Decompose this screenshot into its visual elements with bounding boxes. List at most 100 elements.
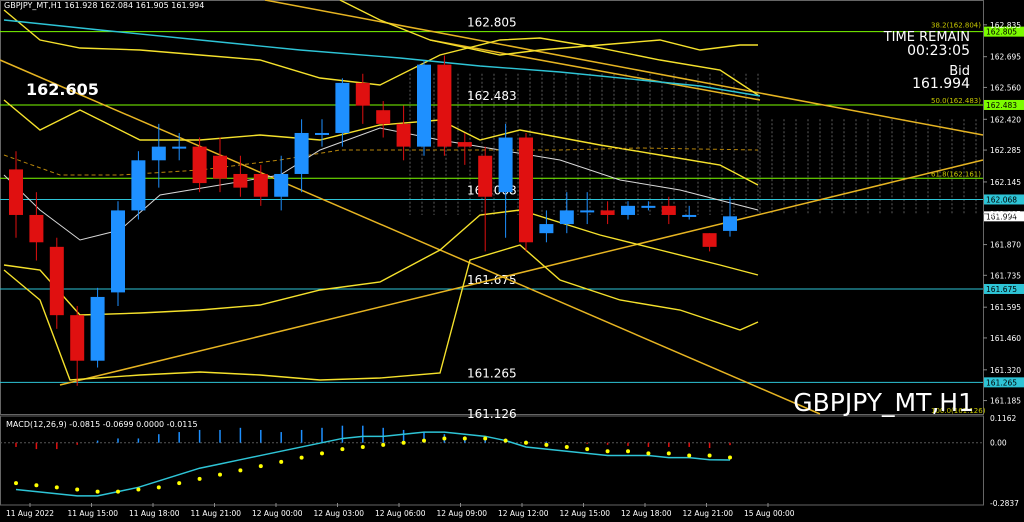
- fib-label-1: 50.0(162.483): [931, 97, 981, 105]
- macd-signal-dot: [75, 487, 80, 492]
- y-tick-label: 162.420: [990, 115, 1021, 124]
- y-tick-label: 162.285: [990, 146, 1021, 155]
- macd-signal-dot: [483, 436, 488, 441]
- level-label-5: 161.265: [467, 366, 517, 380]
- y-tick-label: 161.595: [990, 303, 1021, 312]
- y-tick-label: 161.735: [990, 271, 1021, 280]
- macd-y-tick-label: -0.2837: [990, 499, 1019, 508]
- candle-body: [539, 224, 554, 234]
- x-tick-label: 11 Aug 2022: [6, 509, 54, 518]
- macd-signal-dot: [14, 481, 18, 486]
- macd-signal-dot: [381, 442, 386, 447]
- macd-signal-dot: [299, 455, 304, 460]
- candle-body: [396, 123, 411, 147]
- x-tick-label: 12 Aug 18:00: [621, 509, 672, 518]
- candle-body: [233, 173, 248, 188]
- y-tick-label: 162.835: [990, 21, 1021, 30]
- macd-signal-dot: [54, 485, 59, 490]
- macd-signal-dot: [687, 453, 692, 458]
- y-tick-label: 161.460: [990, 334, 1021, 343]
- candle-body: [641, 205, 656, 208]
- macd-signal-dot: [442, 436, 447, 441]
- macd-signal-dot: [585, 447, 590, 452]
- x-tick-label: 12 Aug 03:00: [314, 509, 365, 518]
- candle-body: [335, 82, 350, 133]
- highlight-price: 162.605: [26, 80, 99, 99]
- macd-signal-dot: [401, 440, 406, 445]
- candle-body: [131, 160, 146, 211]
- candle-body: [192, 146, 207, 184]
- candle-body: [253, 173, 268, 197]
- candle-body: [498, 137, 513, 193]
- macd-signal-dot: [320, 451, 324, 456]
- macd-signal-dot: [544, 442, 549, 447]
- macd-signal-dot: [218, 472, 222, 477]
- macd-signal-dot: [626, 449, 630, 454]
- x-tick-label: 12 Aug 15:00: [560, 509, 611, 518]
- bid-value: 161.994: [912, 76, 970, 92]
- y-tick-label: 162.560: [990, 83, 1021, 92]
- macd-signal-dot: [34, 483, 39, 488]
- macd-signal-dot: [503, 438, 508, 443]
- bottom-level-label: 161.126: [467, 407, 517, 421]
- candle-body: [580, 210, 595, 213]
- y-tick-label: 161.870: [990, 241, 1021, 250]
- macd-signal-dot: [666, 451, 671, 456]
- macd-signal-dot: [279, 459, 284, 464]
- band-line-4: [339, 0, 758, 56]
- y-tick-label: 161.185: [990, 397, 1021, 406]
- x-tick-label: 12 Aug 21:00: [683, 509, 734, 518]
- macd-signal-dot: [197, 476, 202, 481]
- x-tick-label: 12 Aug 00:00: [252, 509, 303, 518]
- candle-body: [111, 210, 125, 293]
- macd-signal-dot: [564, 444, 569, 449]
- y-tick-label: 162.145: [990, 178, 1021, 187]
- band-line-0: [3, 9, 759, 96]
- candle-body: [661, 205, 676, 215]
- axis-price-tag-text-4: 161.675: [986, 285, 1017, 294]
- candle-body: [682, 214, 697, 217]
- x-tick-label: 12 Aug 12:00: [498, 509, 549, 518]
- candle-body: [315, 132, 329, 135]
- candle-body: [213, 155, 227, 179]
- level-label-0: 162.805: [467, 16, 517, 30]
- candle-body: [600, 210, 615, 215]
- level-label-1: 162.483: [467, 89, 517, 103]
- macd-signal-dot: [258, 464, 263, 469]
- price-chart: 162.805162.805162.483162.48350.0(162.483…: [0, 0, 1024, 518]
- candle-body: [437, 64, 452, 147]
- candle-body: [9, 169, 23, 215]
- candle-body: [478, 155, 493, 197]
- y-tick-label: 162.695: [990, 53, 1021, 62]
- candle-body: [90, 296, 105, 361]
- macd-signal-dot: [340, 447, 345, 452]
- x-tick-label: 12 Aug 09:00: [437, 509, 488, 518]
- macd-signal-dot: [728, 455, 732, 460]
- candle-body: [457, 142, 472, 147]
- macd-signal-dot: [360, 444, 365, 449]
- macd-signal-dot: [605, 449, 610, 454]
- time-remain-value: 00:23:05: [907, 43, 970, 59]
- macd-signal-dot: [95, 489, 100, 494]
- candle-body: [519, 137, 533, 243]
- candle-body: [70, 315, 85, 361]
- x-tick-label: 11 Aug 15:00: [68, 509, 119, 518]
- axis-price-tag-text-5: 161.265: [986, 378, 1017, 387]
- candle-body: [151, 146, 166, 161]
- candle-body: [274, 173, 289, 197]
- y-tick-label: 162.005: [990, 210, 1021, 219]
- macd-signal-dot: [136, 487, 141, 492]
- x-tick-label: 11 Aug 21:00: [191, 509, 242, 518]
- macd-line: [15, 431, 731, 497]
- macd-y-tick-label: 0.00: [990, 439, 1007, 448]
- macd-signal-dot: [177, 481, 182, 486]
- candle-body: [172, 146, 187, 149]
- candle-body: [29, 214, 44, 243]
- candle-body: [702, 233, 717, 247]
- macd-y-tick-label: 0.1162: [990, 414, 1016, 423]
- x-tick-label: 15 Aug 00:00: [744, 509, 795, 518]
- axis-price-tag-text-3: 162.068: [986, 195, 1017, 204]
- candle-body: [621, 205, 635, 215]
- candle-body: [417, 64, 431, 147]
- x-tick-label: 12 Aug 06:00: [375, 509, 426, 518]
